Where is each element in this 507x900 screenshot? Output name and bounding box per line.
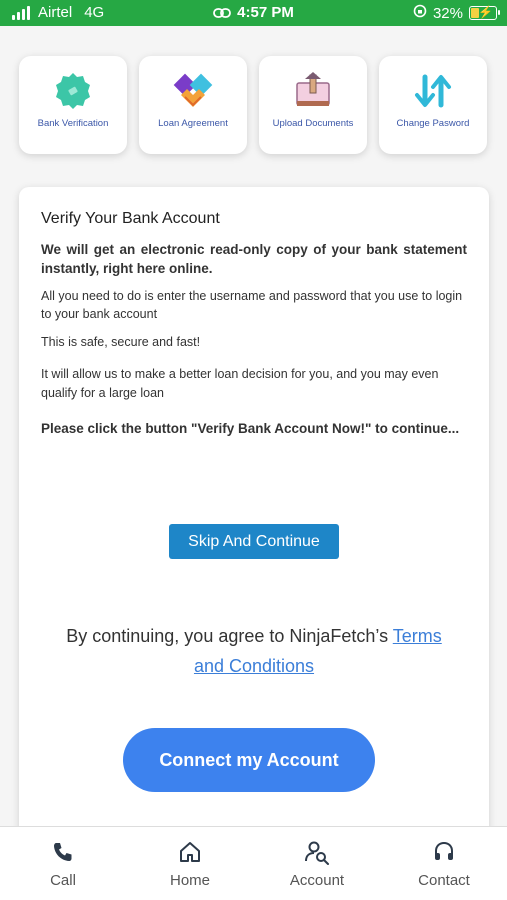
shortcut-loan-agreement[interactable]: Loan Agreement <box>139 56 247 154</box>
nav-contact[interactable]: Contact <box>381 827 507 900</box>
shortcut-label: Change Pasword <box>396 118 470 129</box>
nav-label: Account <box>289 872 345 889</box>
handshake-icon <box>139 70 247 112</box>
upload-icon <box>259 70 367 112</box>
nav-label: Call <box>50 872 76 889</box>
arrows-icon <box>379 70 487 112</box>
instructions-text: All you need to do is enter the username… <box>41 289 463 321</box>
connect-account-button[interactable]: Connect my Account <box>123 728 375 792</box>
shortcut-change-password[interactable]: Change Pasword <box>379 56 487 154</box>
status-right: 32% ⚡ <box>413 4 500 22</box>
nav-account[interactable]: Account <box>254 827 380 900</box>
nav-home[interactable]: Home <box>127 827 253 900</box>
phone-icon <box>0 839 126 865</box>
terms-prefix: By continuing, you agree to NinjaFetch’s <box>66 626 393 646</box>
home-icon <box>127 839 253 865</box>
security-text: This is safe, secure and fast! <box>41 335 201 349</box>
nav-label: Home <box>169 872 210 889</box>
call-to-action-text: Please click the button "Verify Bank Acc… <box>41 421 460 436</box>
rotation-lock-icon <box>413 4 427 22</box>
headset-icon <box>381 839 507 865</box>
card-title: Verify Your Bank Account <box>41 210 220 227</box>
battery-percent: 32% <box>432 4 463 22</box>
link-icon <box>213 6 232 23</box>
skip-and-continue-button[interactable]: Skip And Continue <box>169 524 339 559</box>
shortcut-upload-documents[interactable]: Upload Documents <box>259 56 367 154</box>
shortcut-label: Loan Agreement <box>158 118 228 129</box>
bottom-nav: Call Home Account Contact <box>0 826 507 900</box>
account-search-icon <box>254 839 380 865</box>
status-bar: Airtel 4G 4:57 PM 32% ⚡ <box>0 0 507 26</box>
time-label: 4:57 PM <box>237 4 294 21</box>
shortcut-bank-verification[interactable]: Bank Verification <box>19 56 127 154</box>
intro-text: We will get an electronic read-only copy… <box>41 242 467 276</box>
nav-label: Contact <box>418 872 470 889</box>
nav-call[interactable]: Call <box>0 827 126 900</box>
battery-icon: ⚡ <box>469 5 500 20</box>
badge-icon <box>19 70 127 112</box>
terms-text: By continuing, you agree to NinjaFetch’s… <box>49 621 459 681</box>
benefit-text: It will allow us to make a better loan d… <box>41 367 439 400</box>
verify-bank-card: Verify Your Bank Account We will get an … <box>19 187 489 867</box>
shortcut-label: Bank Verification <box>37 118 109 129</box>
shortcut-label: Upload Documents <box>272 118 354 129</box>
charging-icon: ⚡ <box>478 5 493 19</box>
